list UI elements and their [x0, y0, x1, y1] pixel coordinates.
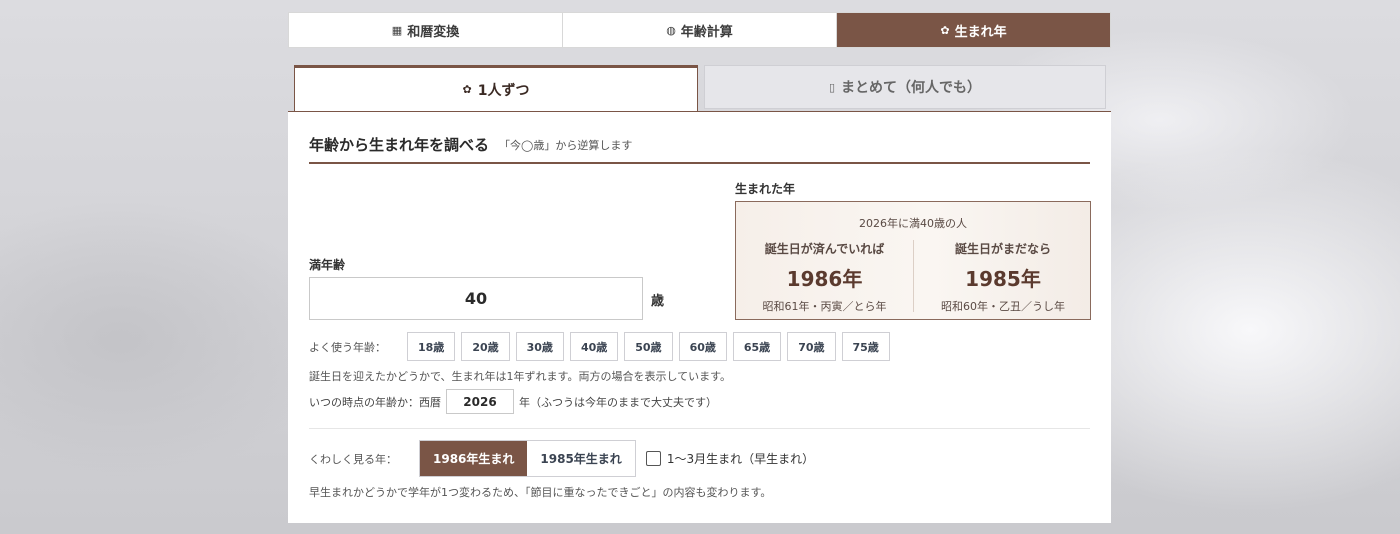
result-title: 2026年に満40歳の人: [859, 217, 967, 230]
nav-birth-year-label: 生まれ年: [954, 24, 1007, 40]
basis-year-label: いつの時点の年齢か：西暦: [309, 395, 441, 409]
quick-age-chip[interactable]: 75歳: [841, 332, 890, 361]
basis-year-input[interactable]: [446, 389, 514, 414]
divider: [309, 428, 1090, 429]
quick-age-chip[interactable]: 40歳: [569, 332, 619, 361]
detail-year-toggle: 1986年生まれ 1985年生まれ: [419, 440, 636, 477]
quick-age-chip[interactable]: 60歳: [678, 332, 727, 361]
detail-row: くわしく見る年： 1986年生まれ 1985年生まれ 1〜3月生まれ（早生まれ）: [309, 440, 814, 477]
quick-age-chip[interactable]: 50歳: [624, 332, 673, 361]
detail-label: くわしく見る年：: [309, 452, 397, 466]
flower-icon: ✿: [940, 23, 950, 37]
tab-bulk-label: まとめて（何人でも）: [841, 80, 982, 96]
quick-ages: よく使う年齢： 18歳 20歳 30歳 40歳 50歳 60歳 65歳 70歳 …: [309, 332, 896, 361]
detail-option-1985[interactable]: 1985年生まれ: [527, 441, 635, 476]
quick-age-chip[interactable]: 65歳: [732, 332, 782, 361]
section-title: 年齢から生まれ年を調べる: [309, 136, 490, 154]
app-container: ▦ 和暦変換 ◍ 年齢計算 ✿ 生まれ年 ✿ 1人ずつ ▯ まとめて（何人でも）…: [288, 12, 1111, 523]
age-input[interactable]: [309, 277, 643, 320]
result-label: 生まれた年: [735, 182, 796, 196]
early-birth-note: 早生まれかどうかで学年が1つ変わるため、「節目に重なったできごと」の内容も変わり…: [309, 486, 772, 499]
calculator-panel: 年齢から生まれ年を調べる 「今◯歳」から逆算します 満年齢 歳 生まれた年 20…: [288, 111, 1111, 523]
result-before-era: 昭和60年・乙丑／うし年: [941, 300, 1065, 313]
tab-single-label: 1人ずつ: [477, 82, 530, 99]
quick-ages-label: よく使う年齢：: [309, 340, 386, 354]
quick-age-chip[interactable]: 20歳: [461, 332, 510, 361]
tab-bulk[interactable]: ▯ まとめて（何人でも）: [704, 65, 1106, 109]
age-unit: 歳: [651, 294, 665, 309]
nav-wareki-label: 和暦変換: [407, 24, 460, 40]
quick-age-chip[interactable]: 18歳: [407, 332, 456, 361]
result-after-era: 昭和61年・丙寅／とら年: [762, 300, 887, 313]
quick-age-chip[interactable]: 70歳: [787, 332, 836, 361]
nav-age-calc[interactable]: ◍ 年齢計算: [563, 13, 837, 47]
early-birth-checkbox[interactable]: 1〜3月生まれ（早生まれ）: [645, 450, 815, 467]
checkbox-icon[interactable]: [645, 451, 661, 466]
flower-icon: ✿: [462, 83, 472, 96]
result-after-cond: 誕生日が済んでいれば: [764, 242, 885, 256]
section-header: 年齢から生まれ年を調べる 「今◯歳」から逆算します: [309, 134, 1090, 164]
age-label: 満年齢: [309, 258, 346, 272]
result-before-birthday: 誕生日がまだなら 1985年 昭和60年・乙丑／うし年: [914, 240, 1092, 314]
early-birth-label: 1〜3月生まれ（早生まれ）: [666, 452, 815, 466]
nav-wareki[interactable]: ▦ 和暦変換: [289, 13, 563, 47]
basis-year-row: いつの時点の年齢か：西暦 年（ふつうは今年のままで大丈夫です）: [309, 389, 717, 414]
nav-birth-year[interactable]: ✿ 生まれ年: [837, 13, 1110, 47]
calendar-icon: ▦: [391, 23, 403, 37]
quick-age-chip[interactable]: 30歳: [515, 332, 564, 361]
result-before-year: 1985年: [965, 267, 1041, 291]
tab-single[interactable]: ✿ 1人ずつ: [294, 65, 698, 111]
result-after-year: 1986年: [786, 267, 863, 291]
result-after-birthday: 誕生日が済んでいれば 1986年 昭和61年・丙寅／とら年: [736, 240, 914, 313]
mode-tabs: ✿ 1人ずつ ▯ まとめて（何人でも）: [288, 65, 1111, 111]
clipboard-icon: ▯: [828, 80, 836, 94]
nav-age-calc-label: 年齢計算: [680, 24, 733, 40]
result-before-cond: 誕生日がまだなら: [954, 242, 1051, 256]
main-nav: ▦ 和暦変換 ◍ 年齢計算 ✿ 生まれ年: [288, 12, 1111, 48]
face-icon: ◍: [666, 23, 676, 37]
birthday-note: 誕生日を迎えたかどうかで、生まれ年は1年ずれます。両方の場合を表示しています。: [309, 370, 732, 383]
detail-option-1986[interactable]: 1986年生まれ: [420, 441, 528, 476]
section-subtitle: 「今◯歳」から逆算します: [499, 139, 633, 152]
result-card: 2026年に満40歳の人 誕生日が済んでいれば 1986年 昭和61年・丙寅／と…: [735, 201, 1091, 320]
basis-year-suffix: 年（ふつうは今年のままで大丈夫です）: [519, 395, 717, 409]
